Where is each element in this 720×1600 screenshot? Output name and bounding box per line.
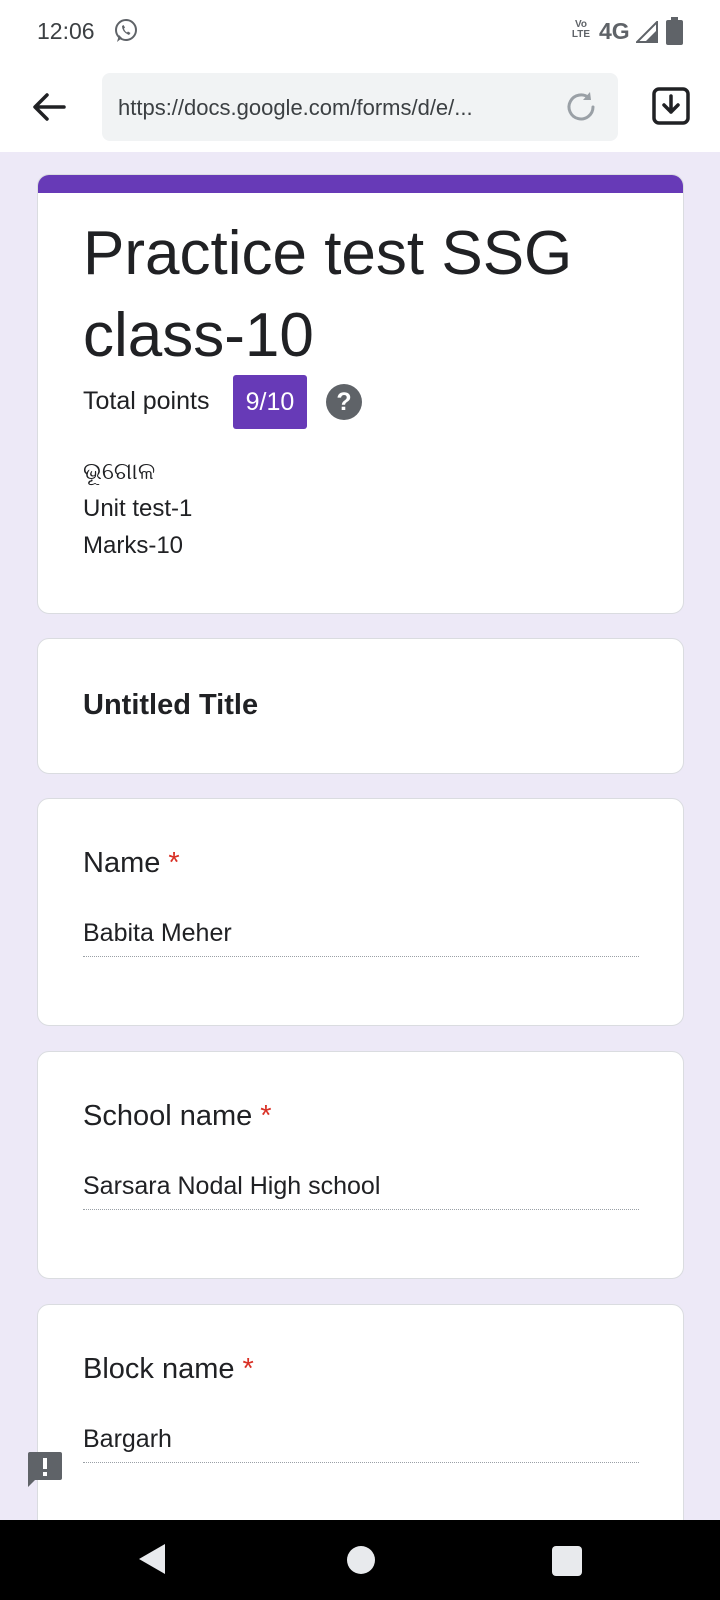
description-line: Unit test-1 [83, 495, 193, 522]
form-header-card: Practice test SSG class-10 Total points … [37, 174, 684, 614]
question-label: School name * [83, 1100, 272, 1132]
section-card: Untitled Title [37, 638, 684, 774]
status-bar: 12:06 Vo LTE 4G [0, 0, 720, 62]
answer-field[interactable]: Sarsara Nodal High school [83, 1172, 639, 1210]
form-title: Practice test SSG class-10 [83, 219, 573, 370]
question-card-school: School name * Sarsara Nodal High school [37, 1051, 684, 1279]
help-icon[interactable]: ? [326, 384, 362, 420]
score-badge: 9/10 [233, 375, 307, 429]
section-title: Untitled Title [83, 689, 259, 721]
required-asterisk: * [242, 1353, 254, 1385]
form-content[interactable]: Practice test SSG class-10 Total points … [0, 152, 720, 1520]
question-card-name: Name * Babita Meher [37, 798, 684, 1026]
status-time: 12:06 [37, 18, 95, 44]
download-icon[interactable] [651, 86, 691, 126]
signal-icon [636, 21, 658, 43]
nav-back-icon[interactable] [137, 1542, 167, 1576]
url-bar[interactable]: https://docs.google.com/forms/d/e/... [102, 73, 618, 141]
question-label: Name * [83, 847, 180, 879]
feedback-icon[interactable] [26, 1450, 64, 1488]
whatsapp-icon [115, 19, 137, 42]
battery-icon [666, 17, 683, 45]
total-points-label: Total points [83, 387, 210, 415]
network-type: 4G [599, 18, 630, 44]
required-asterisk: * [260, 1100, 272, 1132]
back-arrow-icon[interactable] [30, 88, 68, 126]
volte-indicator: Vo LTE [571, 19, 591, 40]
answer-field[interactable]: Babita Meher [83, 919, 639, 957]
browser-toolbar: https://docs.google.com/forms/d/e/... [0, 62, 720, 152]
question-label: Block name * [83, 1353, 254, 1385]
nav-home-icon[interactable] [347, 1546, 375, 1574]
nav-recents-icon[interactable] [552, 1546, 582, 1576]
reload-icon[interactable] [563, 89, 599, 125]
required-asterisk: * [168, 847, 180, 879]
answer-field[interactable]: Bargarh [83, 1425, 639, 1463]
url-text[interactable]: https://docs.google.com/forms/d/e/... [118, 95, 528, 121]
description-line: Marks-10 [83, 532, 184, 559]
system-navigation-bar [0, 1520, 720, 1600]
question-card-block: Block name * Bargarh [37, 1304, 684, 1520]
header-accent-stripe [38, 175, 683, 193]
form-description: ଭୂଗୋଳ Unit test-1 Marks-10 [83, 453, 192, 564]
description-line: ଭୂଗୋଳ [83, 458, 156, 485]
